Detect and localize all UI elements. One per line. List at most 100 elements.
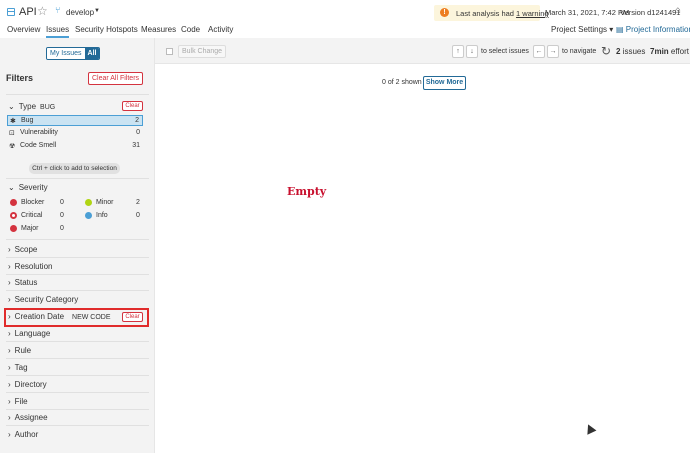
select-all-checkbox[interactable]	[166, 48, 173, 55]
type-item-count: 2	[135, 117, 139, 124]
bug-icon: ✱	[10, 118, 16, 125]
type-item-count: 31	[132, 142, 140, 149]
facet-creation-date[interactable]: › Creation Date NEW CODE	[8, 312, 111, 321]
tab-overview[interactable]: Overview	[7, 25, 40, 34]
project-icon	[7, 8, 15, 16]
severity-item-major[interactable]: Major 0	[10, 225, 68, 234]
top-header: API ☆ ⑂ develop ▼ ! Last analysis had 1 …	[0, 0, 690, 24]
severity-item-minor[interactable]: Minor 2	[85, 199, 143, 208]
facet-label: Creation Date	[14, 312, 65, 321]
severity-item-blocker[interactable]: Blocker 0	[10, 199, 68, 208]
facet-tag[interactable]: › Tag	[8, 363, 28, 372]
facet-resolution[interactable]: › Resolution	[8, 262, 52, 271]
facet-label: Resolution	[14, 262, 53, 271]
facet-language[interactable]: › Language	[8, 329, 50, 338]
my-issues-button[interactable]: My Issues	[47, 48, 85, 59]
facet-security-category[interactable]: › Security Category	[8, 295, 78, 304]
empty-annotation: Empty	[287, 185, 327, 198]
facet-type-value: BUG	[40, 104, 56, 111]
type-item-label: Bug	[21, 117, 34, 124]
facet-assignee[interactable]: › Assignee	[8, 413, 48, 422]
issues-scope-toggle[interactable]: My Issues All	[46, 47, 101, 60]
info-panel-icon: ▤	[616, 25, 624, 34]
info-icon	[85, 212, 92, 219]
effort-value: 7min	[650, 47, 669, 56]
divider	[6, 274, 149, 275]
divider	[6, 341, 149, 342]
lock-icon: ⊡	[9, 130, 15, 137]
tab-measures[interactable]: Measures	[141, 25, 176, 34]
facet-scope[interactable]: › Scope	[8, 245, 37, 254]
type-item-code-smell[interactable]: ☢ Code Smell 31	[7, 141, 143, 152]
warning-link[interactable]: 1 warning	[516, 9, 549, 18]
selection-hint: Ctrl + click to add to selection	[29, 163, 120, 174]
divider	[6, 178, 149, 179]
type-item-bug[interactable]: ✱ Bug 2	[7, 115, 143, 126]
type-item-count: 0	[136, 129, 140, 136]
branch-icon: ⑂	[55, 5, 61, 15]
facet-file[interactable]: › File	[8, 397, 28, 406]
severity-count: 2	[136, 199, 140, 206]
major-icon	[10, 225, 17, 232]
severity-item-critical[interactable]: Critical 0	[10, 212, 68, 221]
version-label: Version d1241491	[620, 8, 681, 17]
star-icon[interactable]: ☆	[37, 4, 48, 18]
blocker-icon	[10, 199, 17, 206]
code-smell-icon: ☢	[9, 143, 16, 150]
reload-icon[interactable]: ↻	[601, 44, 611, 58]
type-clear-button[interactable]: Clear	[122, 101, 143, 111]
tab-issues[interactable]: Issues	[46, 25, 70, 38]
facet-label: Security Category	[14, 295, 79, 304]
project-information-link[interactable]: ▤ Project Information	[616, 25, 690, 34]
project-settings-menu[interactable]: Project Settings ▾	[551, 25, 613, 34]
creation-date-clear-button[interactable]: Clear	[122, 312, 143, 322]
project-information-label: Project Information	[625, 25, 690, 34]
project-name[interactable]: API	[19, 6, 37, 18]
tab-code[interactable]: Code	[181, 25, 200, 34]
severity-item-info[interactable]: Info 0	[85, 212, 143, 221]
warning-icon: !	[440, 8, 449, 17]
facet-label: Language	[14, 329, 51, 338]
issues-count-label: issues	[622, 47, 646, 56]
clear-all-filters-button[interactable]: Clear All Filters	[88, 72, 143, 85]
type-item-label: Vulnerability	[20, 129, 58, 136]
home-icon[interactable]: ⌂	[675, 5, 681, 16]
project-settings-label: Project Settings	[551, 25, 608, 34]
facet-label: Rule	[14, 346, 32, 355]
severity-label: Major	[21, 225, 39, 232]
type-item-vulnerability[interactable]: ⊡ Vulnerability 0	[7, 128, 143, 139]
show-more-button[interactable]: Show More	[423, 76, 466, 90]
bulk-change-button[interactable]: Bulk Change	[178, 45, 226, 58]
type-item-label: Code Smell	[20, 142, 57, 149]
tab-security-hotspots[interactable]: Security Hotspots	[75, 25, 138, 34]
down-key-icon: ↓	[466, 45, 478, 58]
chevron-right-icon: ›	[8, 278, 11, 287]
divider	[6, 257, 149, 258]
analysis-warning: ! Last analysis had 1 warning	[434, 5, 549, 21]
facet-label: Directory	[14, 380, 47, 389]
all-issues-button[interactable]: All	[84, 48, 100, 59]
chevron-down-icon: ⌄	[8, 183, 15, 192]
severity-label: Info	[96, 212, 108, 219]
facet-directory[interactable]: › Directory	[8, 380, 47, 389]
branch-name[interactable]: develop	[66, 8, 94, 17]
severity-label: Critical	[21, 212, 43, 219]
chevron-right-icon: ›	[8, 397, 11, 406]
left-key-icon: ←	[533, 45, 545, 58]
tab-activity[interactable]: Activity	[208, 25, 233, 34]
severity-label: Minor	[96, 199, 114, 206]
divider	[6, 375, 149, 376]
chevron-down-icon[interactable]: ▼	[94, 8, 100, 14]
facet-label: Tag	[14, 363, 28, 372]
facet-severity[interactable]: ⌄ Severity	[8, 183, 48, 192]
facet-status[interactable]: › Status	[8, 278, 37, 287]
chevron-down-icon: ⌄	[8, 102, 15, 111]
chevron-right-icon: ›	[8, 380, 11, 389]
facet-author[interactable]: › Author	[8, 430, 38, 439]
facet-label: File	[14, 397, 28, 406]
issues-count-value: 2	[616, 47, 621, 56]
facet-type[interactable]: ⌄ Type BUG	[8, 102, 55, 111]
select-issues-hint: to select issues	[481, 48, 529, 55]
divider	[6, 392, 149, 393]
facet-rule[interactable]: › Rule	[8, 346, 31, 355]
